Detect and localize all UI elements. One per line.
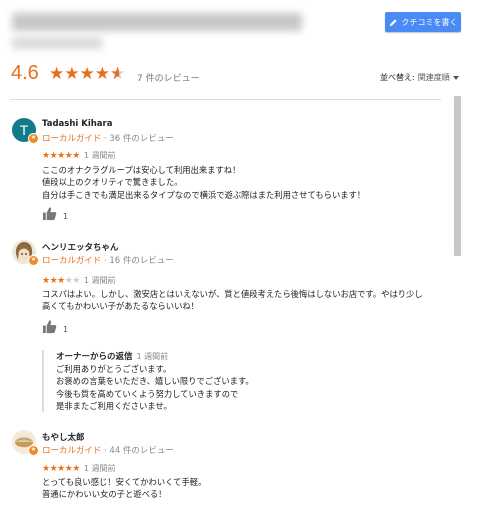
reviewer-meta: ローカルガイド · 36 件のレビュー	[42, 132, 174, 144]
reviewer-name[interactable]: Tadashi Kihara	[42, 119, 112, 129]
star-icon: ★	[94, 64, 110, 84]
reviewer-name[interactable]: もやし太郎	[42, 431, 85, 443]
local-guide-label: ローカルガイド	[42, 446, 102, 456]
average-rating: 4.6	[11, 62, 39, 84]
star-half-icon: ★ ★	[110, 64, 126, 84]
owner-reply-text: ご利用ありがとうございます。 お褒めの言葉をいただき、嬉しい限りでございます。 …	[56, 364, 254, 411]
thumbs-up-icon	[42, 207, 57, 221]
owner-reply-date: 1 週間前	[136, 352, 169, 361]
avatar[interactable]: T ★	[12, 118, 39, 144]
star-rating-icon: ★★★★★	[42, 151, 80, 161]
header-divider	[10, 99, 441, 100]
star-icon: ★	[64, 64, 80, 84]
owner-reply-header: オーナーからの返信 1 週間前	[56, 350, 442, 362]
review-date: 1 週間前	[83, 151, 116, 160]
reviewer-review-count: · 16 件のレビュー	[103, 256, 174, 266]
review-rating: ★★★★★ 1 週間前	[42, 150, 115, 161]
sort-value: 関連度順	[417, 73, 450, 82]
local-guide-label: ローカルガイド	[42, 134, 102, 144]
like-button[interactable]: 1	[42, 319, 68, 334]
like-count: 1	[63, 212, 69, 221]
write-review-button[interactable]: クチコミを書く	[385, 12, 461, 32]
owner-reply-title: オーナーからの返信	[56, 352, 133, 362]
avatar[interactable]: ★	[12, 240, 39, 266]
reviewer-meta: ローカルガイド · 44 件のレビュー	[42, 444, 174, 456]
review-text: ここのオナクラグループは安心して利用出来ますね！ 値段以上のクオリティで驚きまし…	[42, 165, 366, 200]
local-guide-label: ローカルガイド	[42, 256, 102, 266]
review-date: 1 週間前	[83, 276, 116, 285]
average-stars: ★★★★★ ★	[49, 64, 125, 84]
review-rating: ★★★★★ 1 週間前	[42, 275, 116, 286]
scrollbar-thumb[interactable]	[454, 96, 461, 256]
avatar[interactable]: ★	[12, 430, 39, 456]
star-icon: ★	[79, 64, 95, 84]
local-guide-badge-icon: ★	[28, 133, 39, 144]
reviewer-name[interactable]: ヘンリエッタちゃん	[42, 241, 119, 253]
blurred-place-title	[12, 13, 302, 31]
local-guide-badge-icon: ★	[28, 255, 39, 266]
review-date: 1 週間前	[83, 464, 116, 473]
thumbs-up-icon	[42, 320, 57, 334]
owner-reply: オーナーからの返信 1 週間前 ご利用ありがとうございます。 お褒めの言葉をいただ…	[42, 350, 442, 413]
reviewer-review-count: · 36 件のレビュー	[103, 134, 174, 144]
pencil-icon	[389, 18, 397, 26]
write-review-label: クチコミを書く	[401, 17, 458, 27]
review-rating: ★★★★★ 1 週間前	[42, 463, 115, 474]
local-guide-badge-icon: ★	[28, 445, 39, 456]
review-text: コスパはよい。しかし、激安店とはいえないが、質と値段考えたら後悔はしないお店です…	[42, 289, 423, 312]
star-icon: ★	[49, 64, 65, 84]
star-rating-icon: ★★★★★	[42, 464, 80, 474]
total-review-count: 7 件のレビュー	[137, 74, 200, 84]
like-button[interactable]: 1	[42, 206, 68, 221]
reviewer-meta: ローカルガイド · 16 件のレビュー	[42, 254, 174, 266]
review-text: とっても良い感じ！安くてかわいくて手軽。 普通にかわいい女の子と遊べる！	[42, 477, 207, 500]
reviewer-review-count: · 44 件のレビュー	[103, 446, 174, 456]
like-count: 1	[63, 325, 69, 334]
sort-label: 並べ替え:	[380, 73, 415, 82]
star-rating-icon: ★★★★★	[42, 276, 80, 286]
caret-down-icon	[452, 75, 459, 80]
sort-dropdown[interactable]: 並べ替え: 関連度順	[380, 72, 459, 83]
blurred-place-subtitle	[12, 37, 102, 49]
